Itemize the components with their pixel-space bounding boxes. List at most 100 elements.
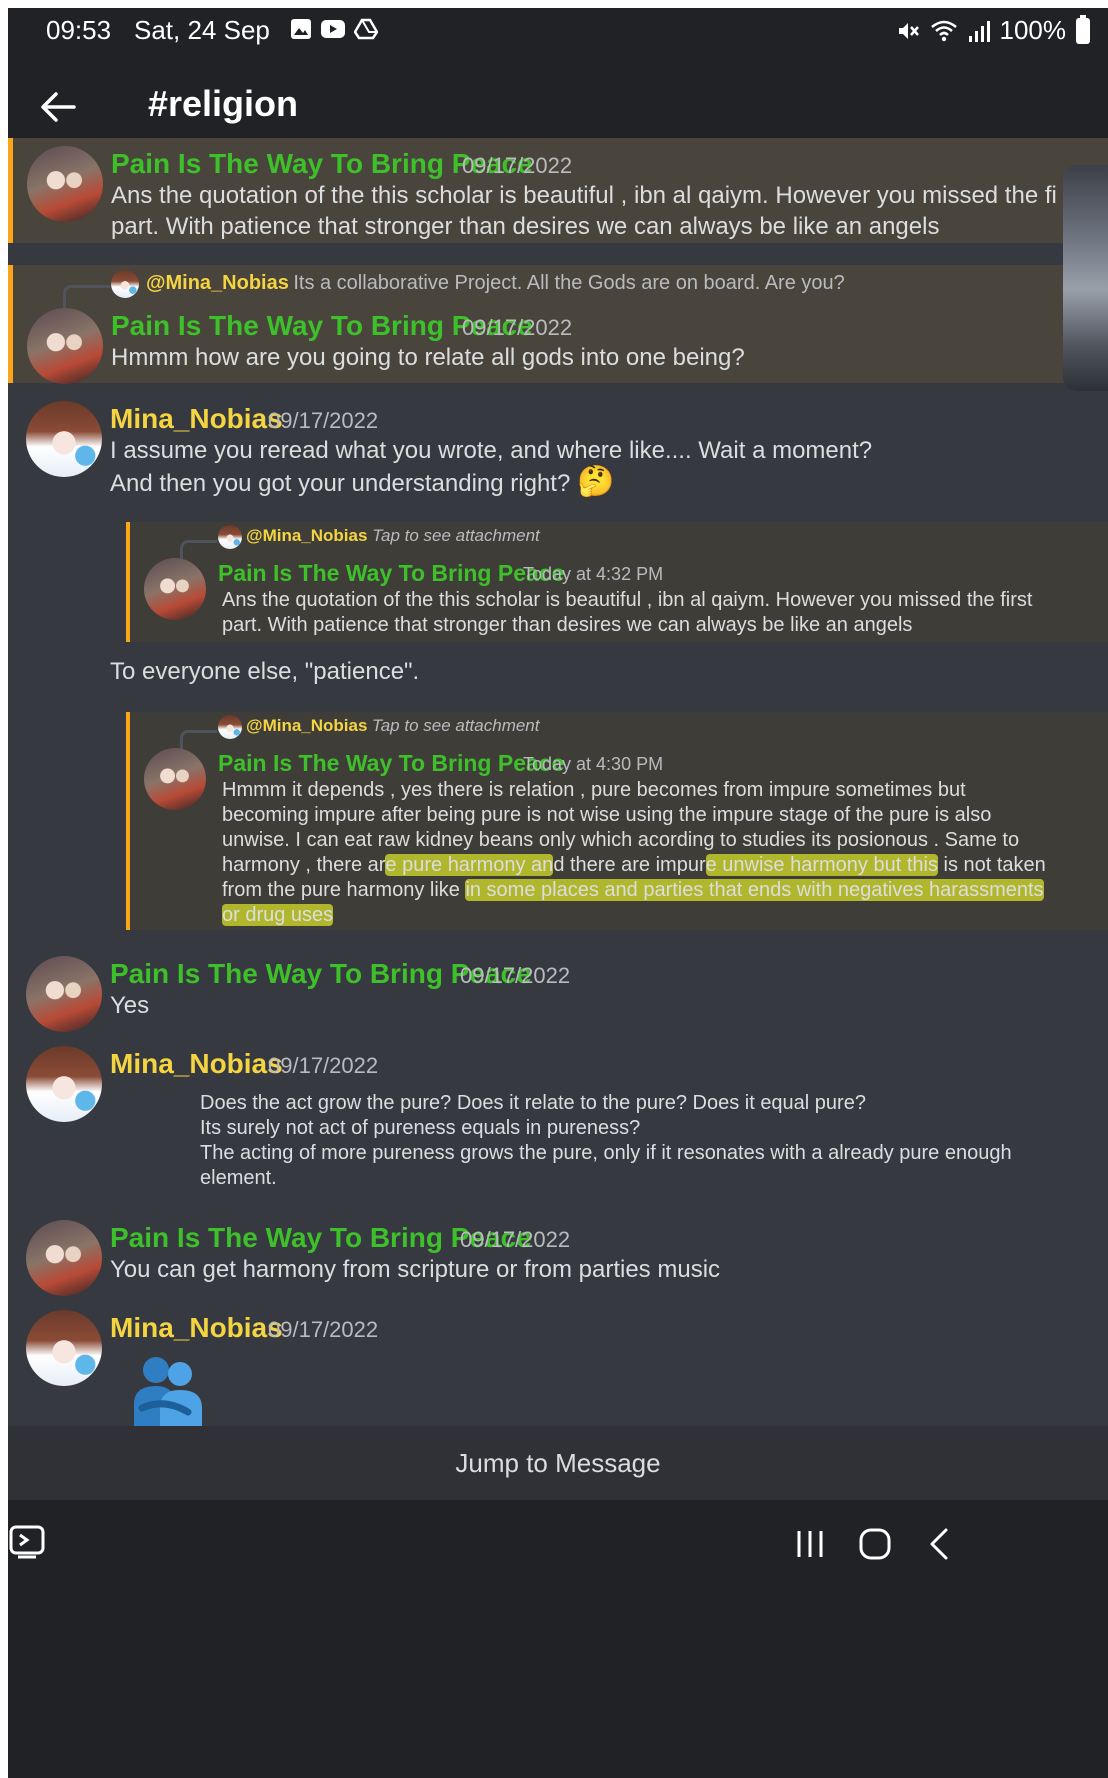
message[interactable]: @Mina_Nobias Its a collaborative Project… <box>8 265 1108 384</box>
highlighted-segment: e pure harmony an <box>385 854 554 876</box>
quoted-message[interactable]: @Mina_Nobias Tap to see attachment Pain … <box>126 712 1108 930</box>
author-name: Pain Is The Way To Bring Peace <box>218 750 565 776</box>
message-text: Yes <box>110 992 150 1019</box>
avatar[interactable] <box>26 1046 102 1122</box>
reply-preview[interactable]: @Mina_Nobias Tap to see attachment <box>246 526 540 546</box>
drive-icon <box>354 18 378 40</box>
screen: 09:53 Sat, 24 Sep 100% #religion Pain Is… <box>8 8 1108 1778</box>
text-segment: harmony , there ar <box>222 854 386 876</box>
message[interactable]: Pain Is The Way To Bring Peace 09/17/202… <box>8 1217 1108 1297</box>
quoted-line: part. With patience that stronger than d… <box>222 614 913 636</box>
avatar[interactable] <box>26 956 102 1032</box>
message[interactable]: Pain Is The Way To Bring Peace 09/17/202… <box>8 138 1108 243</box>
author-name[interactable]: Mina_Nobias <box>110 1312 283 1344</box>
avatar <box>144 748 206 810</box>
message-text: I assume you reread what you wrote, and … <box>110 435 1060 499</box>
status-date: Sat, 24 Sep <box>134 15 270 45</box>
text-segment: from the pure harmony like <box>222 879 466 901</box>
highlighted-segment: in some places and parties that ends wit… <box>465 879 1044 901</box>
message-line: I assume you reread what you wrote, and … <box>110 437 873 464</box>
quoted-line: from the pure harmony like in some place… <box>222 878 1092 903</box>
timestamp: 09/17/2022 <box>460 963 571 988</box>
people-hugging-icon <box>134 1357 202 1430</box>
battery-text: 100% <box>999 15 1067 45</box>
message-line: The acting of more pureness grows the pu… <box>200 1142 1012 1164</box>
timestamp: 09/17/2022 <box>460 1227 571 1252</box>
status-time: 09:53 <box>46 15 112 45</box>
gallery-icon <box>291 19 311 39</box>
quoted-text: Ans the quotation of the this scholar is… <box>222 588 1092 638</box>
reply-preview[interactable]: @Mina_Nobias Tap to see attachment <box>246 716 539 736</box>
reply-avatar <box>218 715 242 739</box>
highlighted-segment: or drug uses <box>222 904 334 926</box>
timestamp: 09/17/2022 <box>462 315 573 340</box>
avatar[interactable] <box>26 401 102 477</box>
message-line: And then you got your understanding righ… <box>110 470 571 497</box>
message-line: Its surely not act of pureness equals in… <box>200 1117 641 1139</box>
timestamp: 09/17/2022 <box>268 1053 379 1078</box>
author-name[interactable]: Mina_Nobias <box>110 403 283 435</box>
reply-author: @Mina_Nobias <box>246 716 368 735</box>
keyboard-icon[interactable] <box>8 1523 48 1563</box>
timestamp: Today at 4:32 PM <box>523 564 664 584</box>
timestamp: 09/17/2022 <box>268 1317 379 1342</box>
jump-to-message-button[interactable]: Jump to Message <box>8 1426 1108 1500</box>
message-text: You can get harmony from scripture or fr… <box>110 1256 721 1283</box>
author-name: Pain Is The Way To Bring Peace <box>218 560 565 586</box>
message-line: part. With patience that stronger than d… <box>111 213 940 240</box>
quoted-line: unwise. I can eat raw kidney beans only … <box>222 829 1020 851</box>
timestamp: 09/17/2022 <box>268 408 379 433</box>
floating-video-thumbnail[interactable] <box>1063 165 1108 391</box>
avatar[interactable] <box>27 146 103 222</box>
avatar[interactable] <box>26 1220 102 1296</box>
quoted-message[interactable]: @Mina_Nobias Tap to see attachment Pain … <box>126 522 1108 642</box>
message[interactable]: Pain Is The Way To Bring Peace 09/17/202… <box>8 953 1108 1033</box>
message-text: Does the act grow the pure? Does it rela… <box>200 1091 1080 1191</box>
status-bar: 09:53 Sat, 24 Sep 100% <box>8 8 1108 53</box>
youtube-icon <box>321 20 345 38</box>
message[interactable]: Mina_Nobias 09/17/2022 I assume you rere… <box>8 398 1108 953</box>
message-text: Hmmm how are you going to relate all god… <box>111 344 745 371</box>
quoted-line: Ans the quotation of the this scholar is… <box>222 589 1033 611</box>
back-icon[interactable] <box>926 1527 954 1561</box>
jump-label: Jump to Message <box>455 1448 661 1478</box>
channel-title: #religion <box>148 83 299 124</box>
quoted-line: or drug uses <box>222 903 1092 928</box>
highlighted-segment: e unwise harmony but this <box>705 854 938 876</box>
quoted-text: Hmmm it depends , yes there is relation … <box>222 778 1092 928</box>
reply-avatar <box>218 525 242 549</box>
quoted-line: harmony , there are pure harmony and the… <box>222 853 1092 878</box>
timestamp: Today at 4:30 PM <box>523 754 664 774</box>
text-segment: d there are impur <box>553 854 706 876</box>
reply-text: Tap to see attachment <box>372 526 540 545</box>
navigation-bar <box>8 1500 1108 1778</box>
reply-text: Tap to see attachment <box>371 716 540 735</box>
reply-text: Its a collaborative Project. All the God… <box>293 272 845 294</box>
thinking-face-icon: 🤔 <box>577 465 615 498</box>
avatar <box>144 558 206 620</box>
reply-author: @Mina_Nobias <box>246 526 368 545</box>
home-icon[interactable] <box>858 1527 892 1561</box>
reply-avatar <box>111 270 139 298</box>
message[interactable]: Mina_Nobias 09/17/2022 Does the act grow… <box>8 1043 1108 1203</box>
avatar[interactable] <box>27 308 103 384</box>
avatar[interactable] <box>26 1310 102 1386</box>
mute-icon <box>898 22 919 39</box>
author-name[interactable]: Mina_Nobias <box>110 1048 283 1080</box>
back-arrow-icon[interactable] <box>38 89 78 125</box>
signal-icon <box>968 20 990 42</box>
quoted-line: Hmmm it depends , yes there is relation … <box>222 779 966 801</box>
reply-author: @Mina_Nobias <box>146 272 289 294</box>
quoted-line: becoming impure after being pure is not … <box>222 804 992 826</box>
battery-icon <box>1076 14 1090 44</box>
text-segment: is not taken <box>937 854 1046 876</box>
message-line: Does the act grow the pure? Does it rela… <box>200 1092 866 1114</box>
timestamp: 09/17/2022 <box>462 153 573 178</box>
message-text: To everyone else, "patience". <box>110 658 420 685</box>
reply-preview[interactable]: @Mina_Nobias Its a collaborative Project… <box>146 272 845 295</box>
recents-icon[interactable] <box>794 1528 826 1560</box>
reply-connector <box>63 285 110 310</box>
message-line: Ans the quotation of the this scholar is… <box>111 182 1057 209</box>
message-line: element. <box>200 1167 277 1189</box>
wifi-icon <box>930 20 957 41</box>
